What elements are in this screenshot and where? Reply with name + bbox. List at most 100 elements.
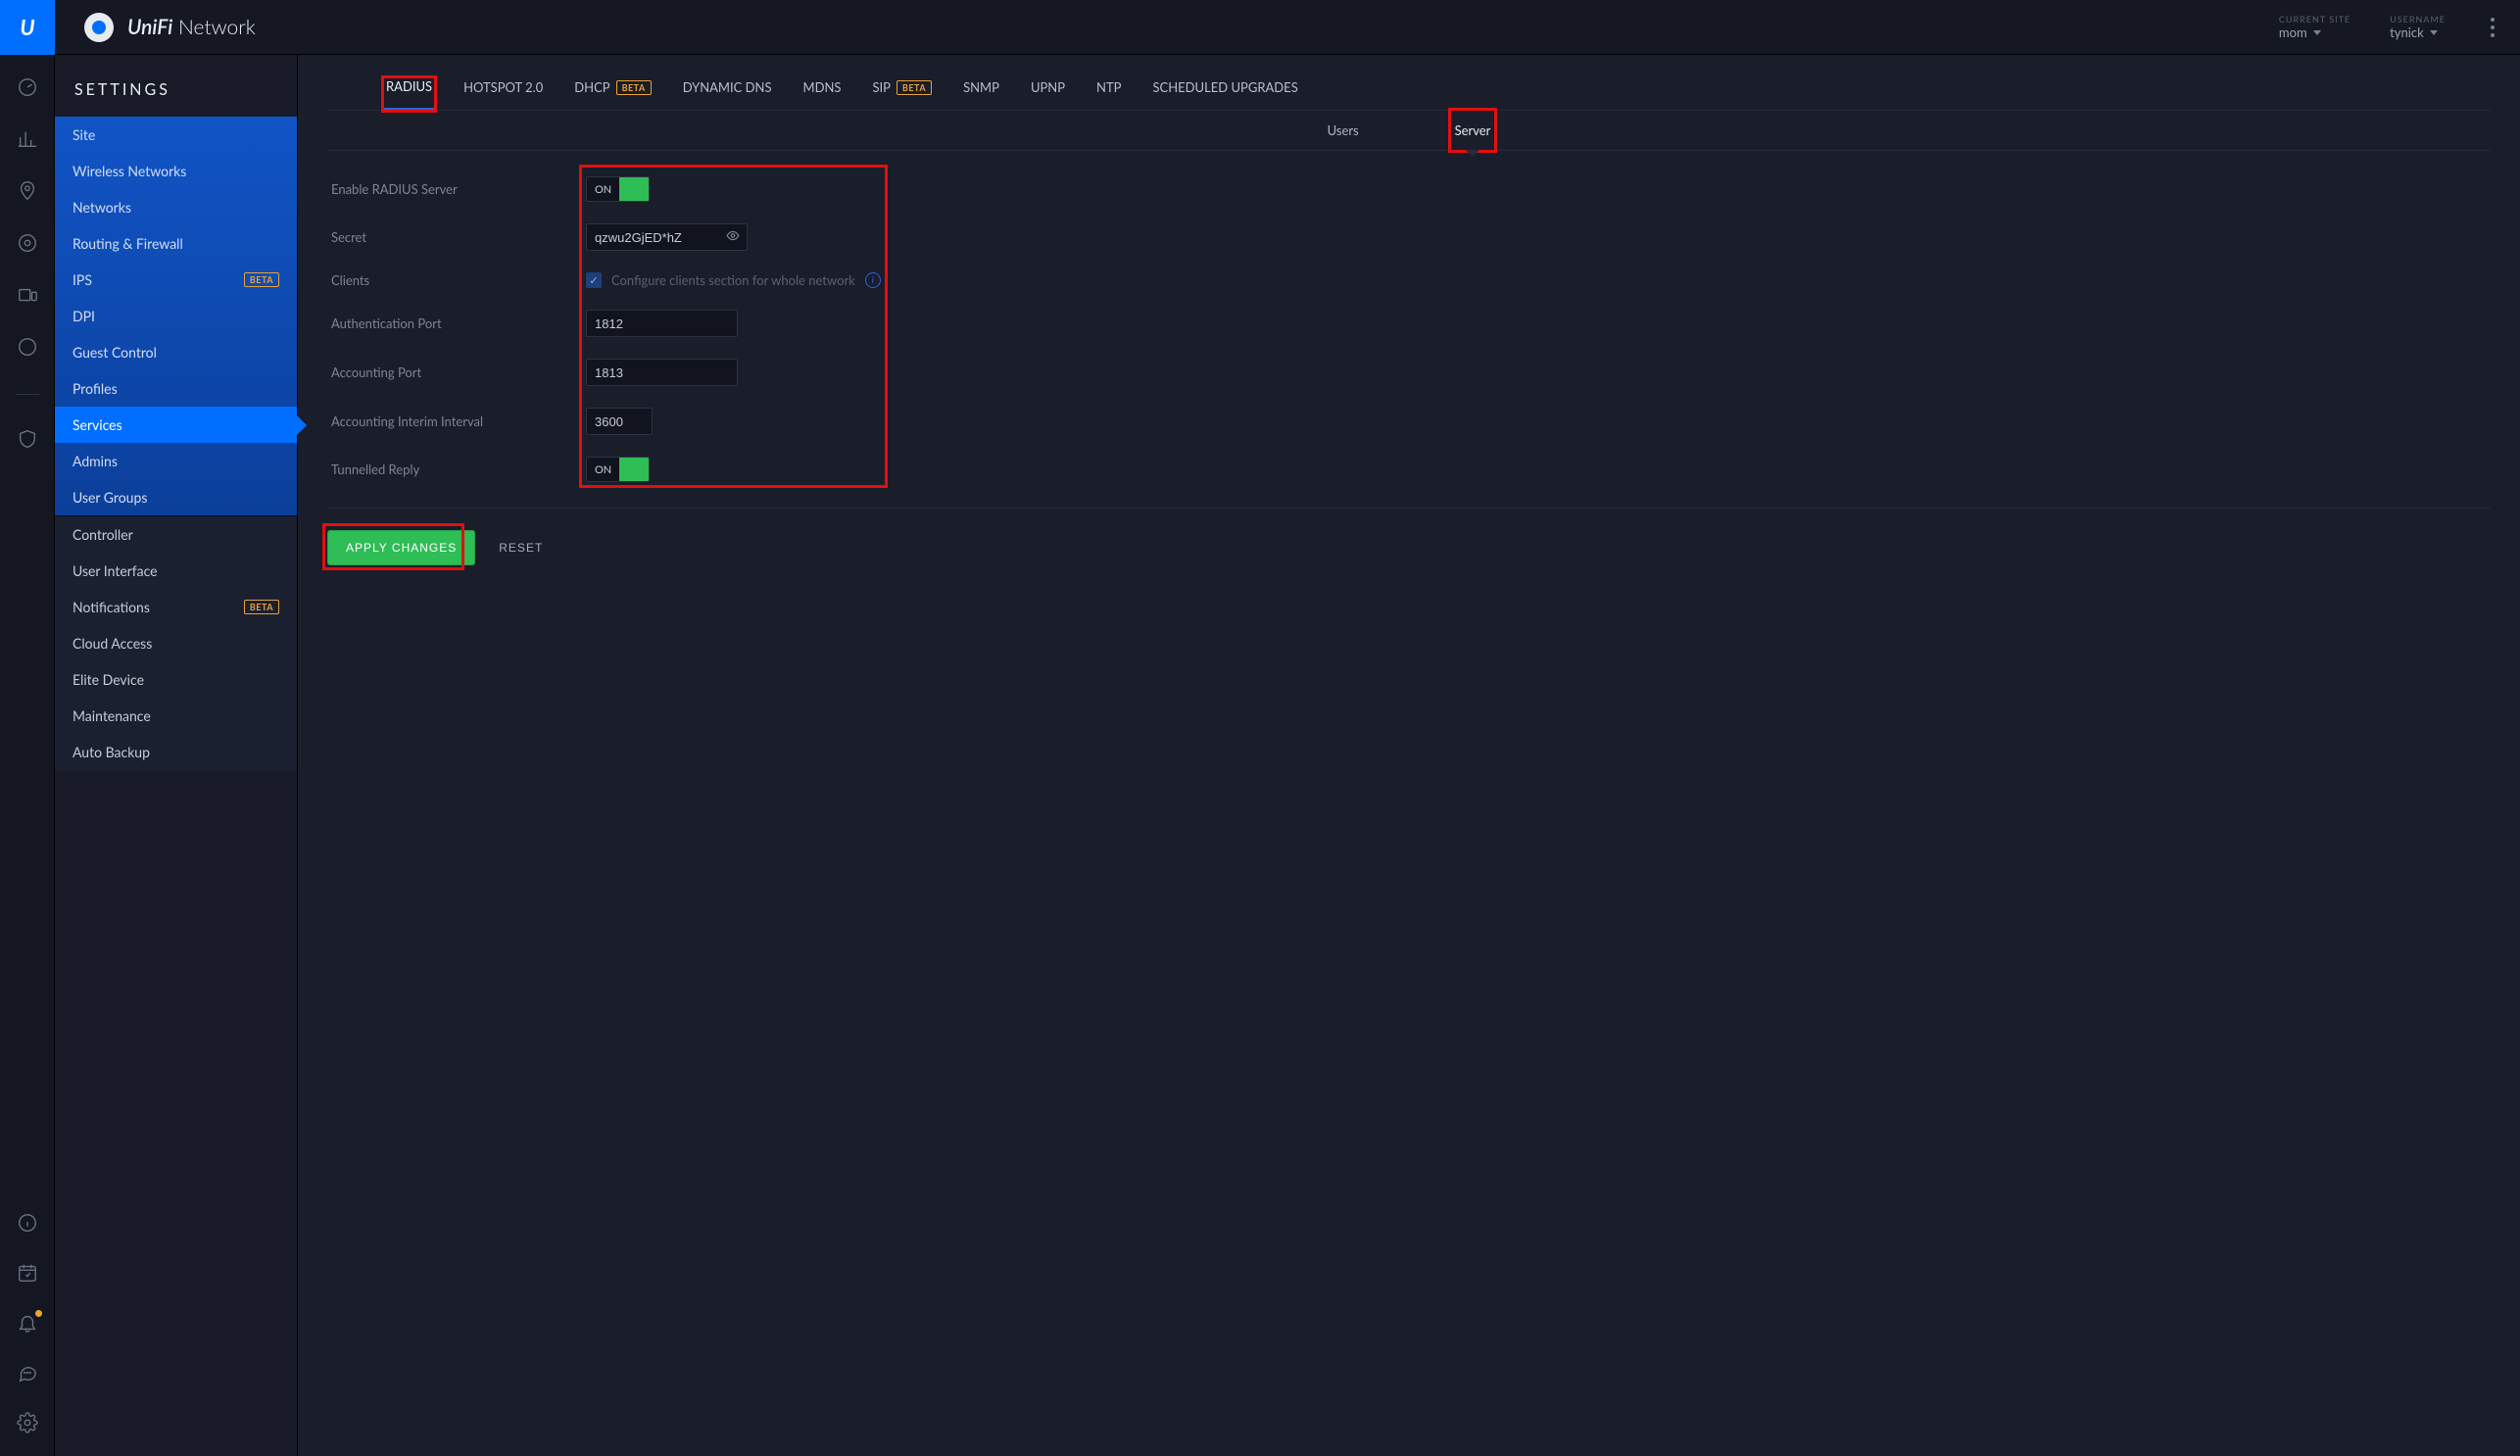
clients-label: Clients (331, 272, 586, 288)
beta-badge: BETA (616, 80, 652, 95)
tab-ntp[interactable]: NTP (1094, 79, 1123, 109)
sidebar-item-label: Wireless Networks (73, 163, 186, 179)
chat-icon[interactable] (17, 1362, 38, 1386)
tab-mdns[interactable]: MDNS (801, 79, 844, 109)
sidebar-item-label: Maintenance (73, 707, 151, 724)
dashboard-icon[interactable] (17, 76, 38, 101)
sidebar-item-label: User Interface (73, 562, 158, 579)
tab-label: DHCP (574, 79, 609, 95)
map-icon[interactable] (17, 180, 38, 205)
sidebar-item-networks[interactable]: Networks (55, 189, 297, 225)
sidebar-item-label: Profiles (73, 380, 118, 397)
sidebar-item-user-interface[interactable]: User Interface (55, 553, 297, 589)
ubiquiti-logo[interactable]: U (0, 0, 55, 55)
tab-scheduled-upgrades[interactable]: SCHEDULED UPGRADES (1150, 79, 1299, 109)
nav-rail (0, 55, 55, 1456)
clients-checkbox[interactable]: ✓ (586, 272, 602, 288)
top-bar: U UniFi Network CURRENT SITE mom USERNAM… (0, 0, 2520, 55)
controller-icon[interactable] (84, 13, 114, 42)
tab-label: SIP (872, 79, 891, 95)
sidebar-group-primary: Site Wireless Networks Networks Routing & F… (55, 117, 297, 515)
brand-area: UniFi Network (55, 13, 2279, 42)
sidebar-item-label: Networks (73, 199, 131, 216)
secret-input[interactable] (586, 223, 748, 251)
tab-radius[interactable]: RADIUS (384, 78, 434, 110)
interval-label: Accounting Interim Interval (331, 413, 586, 429)
sidebar-item-notifications[interactable]: NotificationsBETA (55, 589, 297, 625)
current-site-selector[interactable]: CURRENT SITE mom (2279, 14, 2350, 40)
settings-sidebar: SETTINGS Site Wireless Networks Networks Ro… (55, 55, 298, 1456)
brand-unifi: UniFi (127, 15, 172, 39)
beta-badge: BETA (897, 80, 932, 95)
username-selector[interactable]: USERNAME tynick (2390, 14, 2446, 40)
reveal-password-icon[interactable] (726, 229, 740, 246)
subtab-server[interactable]: Server (1451, 111, 1495, 150)
tab-label: SCHEDULED UPGRADES (1152, 79, 1297, 95)
sidebar-item-user-groups[interactable]: User Groups (55, 479, 297, 515)
enable-radius-toggle[interactable]: ON (586, 176, 650, 202)
sidebar-item-auto-backup[interactable]: Auto Backup (55, 734, 297, 770)
auth-port-label: Authentication Port (331, 315, 586, 331)
services-tabs: RADIUS HOTSPOT 2.0 DHCP BETA DYNAMIC DNS MDNS… (327, 55, 2491, 111)
sidebar-item-cloud-access[interactable]: Cloud Access (55, 625, 297, 661)
sidebar-item-label: Notifications (73, 599, 150, 615)
sidebar-item-label: IPS (73, 271, 92, 288)
tunnel-reply-toggle[interactable]: ON (586, 457, 650, 482)
apply-changes-button[interactable]: APPLY CHANGES (327, 530, 475, 565)
top-right: CURRENT SITE mom USERNAME tynick (2279, 14, 2520, 40)
sidebar-item-label: Elite Device (73, 671, 144, 688)
form-actions: APPLY CHANGES RESET (327, 509, 2491, 565)
sidebar-item-label: Routing & Firewall (73, 235, 183, 252)
devices-icon[interactable] (17, 232, 38, 257)
settings-gear-icon[interactable] (17, 1412, 38, 1436)
sidebar-item-label: DPI (73, 308, 95, 324)
tab-label: RADIUS (386, 78, 432, 94)
sidebar-item-label: Guest Control (73, 344, 157, 361)
sidebar-item-profiles[interactable]: Profiles (55, 370, 297, 407)
sidebar-item-routing-firewall[interactable]: Routing & Firewall (55, 225, 297, 262)
tab-label: MDNS (803, 79, 842, 95)
sidebar-item-admins[interactable]: Admins (55, 443, 297, 479)
tab-upnp[interactable]: UPNP (1029, 79, 1067, 109)
interval-input[interactable] (586, 408, 653, 435)
beta-badge: BETA (244, 272, 279, 287)
sidebar-item-controller[interactable]: Controller (55, 516, 297, 553)
reset-button[interactable]: RESET (499, 541, 543, 555)
sidebar-title: SETTINGS (55, 55, 297, 117)
tab-dynamic-dns[interactable]: DYNAMIC DNS (681, 79, 774, 109)
clients-icon[interactable] (17, 284, 38, 309)
statistics-icon[interactable] (17, 128, 38, 153)
more-menu-icon[interactable] (2485, 18, 2500, 37)
subtab-users[interactable]: Users (1324, 111, 1363, 150)
sidebar-item-elite-device[interactable]: Elite Device (55, 661, 297, 698)
sidebar-item-maintenance[interactable]: Maintenance (55, 698, 297, 734)
sidebar-item-guest-control[interactable]: Guest Control (55, 334, 297, 370)
info-icon[interactable]: i (865, 272, 881, 288)
tab-dhcp[interactable]: DHCP BETA (572, 79, 653, 109)
insights-icon[interactable] (17, 336, 38, 361)
tab-sip[interactable]: SIP BETA (870, 79, 934, 109)
tunnel-reply-toggle-text: ON (587, 463, 619, 476)
sidebar-item-dpi[interactable]: DPI (55, 298, 297, 334)
radius-server-form: Enable RADIUS Server ON Secret (327, 176, 2491, 509)
chevron-down-icon (2313, 30, 2321, 35)
sidebar-item-label: Cloud Access (73, 635, 152, 652)
tab-label: SNMP (963, 79, 999, 95)
tab-label: UPNP (1031, 79, 1065, 95)
sidebar-item-ips[interactable]: IPS BETA (55, 262, 297, 298)
events-icon[interactable] (17, 1262, 38, 1286)
sidebar-item-site[interactable]: Site (55, 117, 297, 153)
sidebar-item-wireless-networks[interactable]: Wireless Networks (55, 153, 297, 189)
security-icon[interactable] (17, 428, 38, 453)
tab-snmp[interactable]: SNMP (961, 79, 1001, 109)
sidebar-item-label: Site (73, 126, 95, 143)
sidebar-item-label: Auto Backup (73, 744, 150, 760)
acct-port-input[interactable] (586, 359, 738, 386)
auth-port-input[interactable] (586, 310, 738, 337)
acct-port-label: Accounting Port (331, 364, 586, 380)
content-area: RADIUS HOTSPOT 2.0 DHCP BETA DYNAMIC DNS MDNS… (298, 55, 2520, 1456)
alerts-icon[interactable] (17, 1312, 38, 1336)
tab-hotspot-2-0[interactable]: HOTSPOT 2.0 (461, 79, 545, 109)
info-icon[interactable] (17, 1212, 38, 1237)
sidebar-item-services[interactable]: Services (55, 407, 297, 443)
